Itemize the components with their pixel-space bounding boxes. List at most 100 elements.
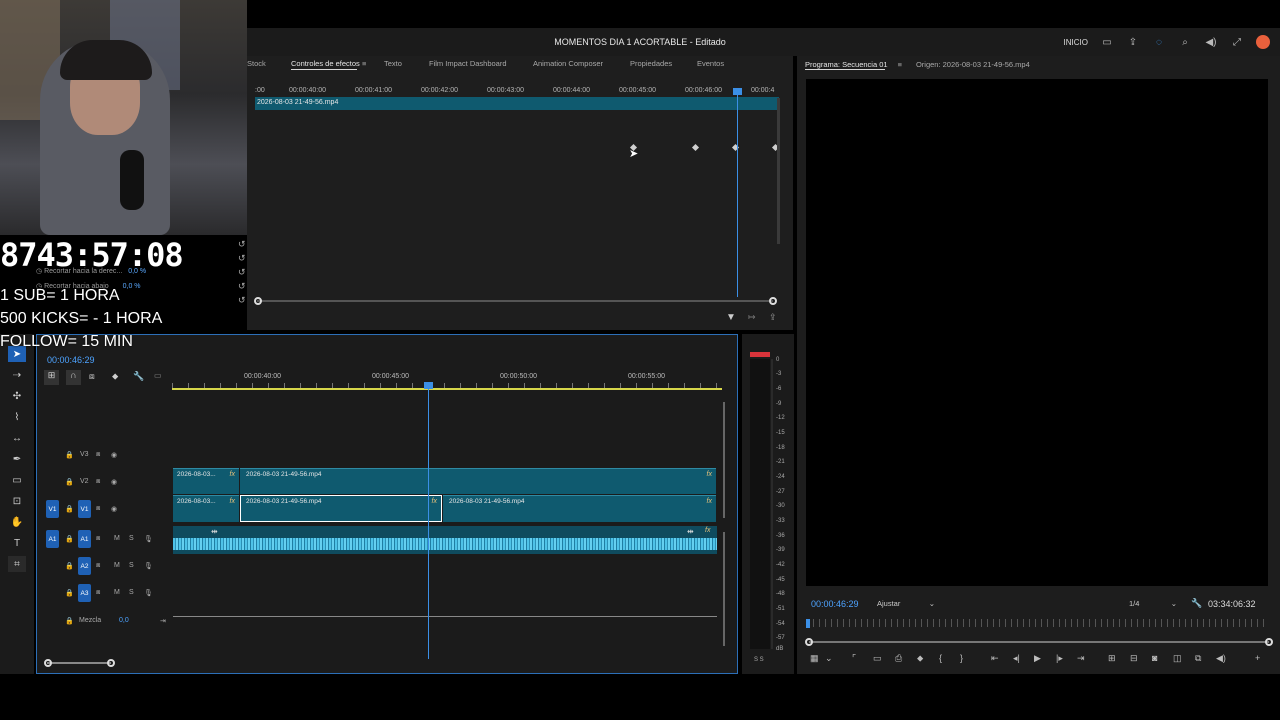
multi-icon[interactable]: ⧉ (1195, 653, 1201, 664)
monitor-scrollbar[interactable] (809, 641, 1269, 643)
monitor-playhead[interactable] (806, 619, 810, 628)
mic-icon[interactable]: 🎙 (144, 562, 153, 570)
slip-icon[interactable]: ↔ (8, 430, 26, 446)
timeline-timecode[interactable]: 00:00:46:29 (47, 355, 95, 365)
volume-icon[interactable]: ◀) (1204, 35, 1218, 49)
lock-icon[interactable]: 🔒 (65, 478, 74, 486)
linked-icon[interactable]: ⧈ (89, 371, 95, 382)
monitor-time-ruler[interactable] (807, 619, 1269, 627)
panel-icon[interactable]: ▭ (1100, 35, 1114, 49)
mix-value[interactable]: 0,0 (119, 617, 129, 624)
frame-icon[interactable]: ▭ (873, 653, 882, 664)
scroll-handle[interactable] (1265, 638, 1273, 646)
resolution-select[interactable]: 1/4 ⌄ (1129, 597, 1181, 610)
share-icon[interactable]: ⇪ (769, 312, 777, 323)
solo-button[interactable]: S (129, 589, 134, 596)
transition-icon[interactable]: ⇹ (211, 527, 218, 536)
avatar[interactable] (1256, 35, 1270, 49)
reset-icon[interactable]: ↺ (238, 253, 246, 264)
mic-icon[interactable]: 🎙 (144, 589, 153, 597)
add-button-icon[interactable]: + (1255, 653, 1260, 663)
timeline-ruler[interactable]: 00:00:40:00 00:00:45:00 00:00:50:00 00:0… (172, 370, 724, 390)
step-forward-icon[interactable]: |▸ (1056, 653, 1063, 664)
reset-icon[interactable]: ↺ (238, 281, 246, 292)
hand-icon[interactable]: ✋ (8, 514, 26, 530)
reset-icon[interactable]: ↺ (238, 239, 246, 250)
eye-icon[interactable]: ◉ (111, 478, 117, 486)
solo-button[interactable]: S (129, 535, 134, 542)
sync-icon[interactable]: ⧈ (96, 505, 100, 513)
filter-icon[interactable]: ▼ (726, 312, 736, 323)
vertical-scrollbar-audio[interactable] (723, 532, 725, 646)
scroll-handle[interactable] (805, 638, 813, 646)
reset-icon[interactable]: ↺ (238, 295, 246, 306)
captions-icon[interactable]: ▭ (154, 371, 162, 380)
tab-film-impact[interactable]: Film Impact Dashboard (429, 59, 507, 68)
lock-icon[interactable]: 🔒 (65, 589, 74, 597)
tab-animation-composer[interactable]: Animation Composer (533, 59, 603, 68)
clip-v2-b[interactable]: 2026-08-03 21-49-56.mp4 fx (240, 468, 716, 494)
fit-select[interactable]: Ajustar ⌄ (877, 597, 939, 610)
mute-button[interactable]: M (114, 562, 120, 569)
safe-margins-icon[interactable]: ▦ (810, 653, 819, 664)
clip-v2-a[interactable]: 2026-08-03... fx (173, 468, 239, 494)
clip-v1-selected[interactable]: 2026-08-03 21-49-56.mp4 fx (240, 495, 442, 522)
effects-scrollbar[interactable] (257, 300, 773, 302)
tab-text[interactable]: Texto (384, 59, 402, 68)
mark-in-icon[interactable]: ⌜ (852, 653, 856, 664)
sync-icon[interactable]: ⧈ (96, 478, 100, 486)
export-icon[interactable]: ↦ (748, 312, 756, 323)
tab-effect-controls[interactable]: Controles de efectos (291, 59, 360, 68)
marker-icon[interactable]: ⬥ (917, 653, 923, 664)
razor-icon[interactable]: ⌇ (8, 409, 26, 425)
go-to-in-icon[interactable]: ⇤ (991, 653, 999, 664)
vertical-scrollbar-video[interactable] (723, 402, 725, 518)
sync-icon[interactable]: ⧈ (96, 535, 100, 543)
mic-icon[interactable]: 🎙 (144, 535, 153, 543)
sync-icon[interactable]: ⧈ (96, 451, 100, 459)
clip-v1-c[interactable]: 2026-08-03 21-49-56.mp4 fx (443, 495, 716, 522)
overwrite-icon[interactable]: ⊟ (1130, 653, 1138, 664)
caption-tool-icon[interactable]: ⌗ (8, 556, 26, 572)
chevron-down-icon[interactable]: ⌄ (825, 653, 833, 664)
scroll-handle[interactable] (107, 659, 115, 667)
track-target-a2[interactable]: A2 (78, 557, 91, 575)
timeline-playhead-head[interactable] (424, 382, 433, 389)
param-value[interactable]: 0,0 % (123, 283, 141, 290)
type-tool-icon[interactable]: T (8, 535, 26, 551)
sync-icon[interactable]: ⧈ (96, 562, 100, 570)
effects-playhead[interactable] (737, 89, 738, 297)
scroll-handle[interactable] (769, 297, 777, 305)
lock-icon[interactable]: 🔒 (65, 617, 74, 625)
ripple-edit-icon[interactable]: ✣ (8, 388, 26, 404)
marker-icon[interactable]: ⬥ (112, 371, 118, 382)
solo-buttons[interactable]: S S (754, 657, 764, 663)
track-select-icon[interactable]: ⇢ (8, 367, 26, 383)
mute-button[interactable]: M (114, 535, 120, 542)
program-viewer[interactable] (806, 79, 1268, 586)
step-back-icon[interactable]: ◂| (1013, 653, 1020, 664)
pen-icon[interactable]: ✒ (8, 451, 26, 467)
wrench-icon[interactable]: 🔧 (1191, 598, 1202, 609)
track-target-a1[interactable]: A1 (78, 530, 91, 548)
reset-icon[interactable]: ↺ (238, 267, 246, 278)
clip-bar[interactable]: 2026-08-03 21-49-56.mp4 (255, 97, 779, 110)
tab-program[interactable]: Programa: Secuencia 01 (805, 60, 888, 69)
snap-icon[interactable]: ∩ (66, 370, 81, 385)
tab-source[interactable]: Origen: 2026-08-03 21-49-56.mp4 (916, 60, 1030, 69)
horizontal-scrollbar[interactable] (47, 662, 111, 664)
clip-v1-a[interactable]: 2026-08-03... fx (173, 495, 239, 522)
program-timecode[interactable]: 00:00:46:29 (811, 599, 859, 609)
rectangle-icon[interactable]: ▭ (8, 472, 26, 488)
search-icon[interactable]: ⌕ (1178, 35, 1192, 49)
mark-out-bracket-icon[interactable]: } (960, 653, 963, 663)
insert-icon[interactable]: ⊞ (1108, 653, 1116, 664)
audio-icon[interactable]: ◀) (1216, 653, 1226, 664)
work-area-bar[interactable] (172, 388, 722, 390)
lock-icon[interactable]: 🔒 (65, 562, 74, 570)
mute-button[interactable]: M (114, 589, 120, 596)
tab-stock[interactable]: Stock (247, 59, 266, 68)
scroll-handle[interactable] (254, 297, 262, 305)
scroll-handle[interactable] (44, 659, 52, 667)
camera-icon[interactable]: ◙ (1152, 653, 1157, 663)
